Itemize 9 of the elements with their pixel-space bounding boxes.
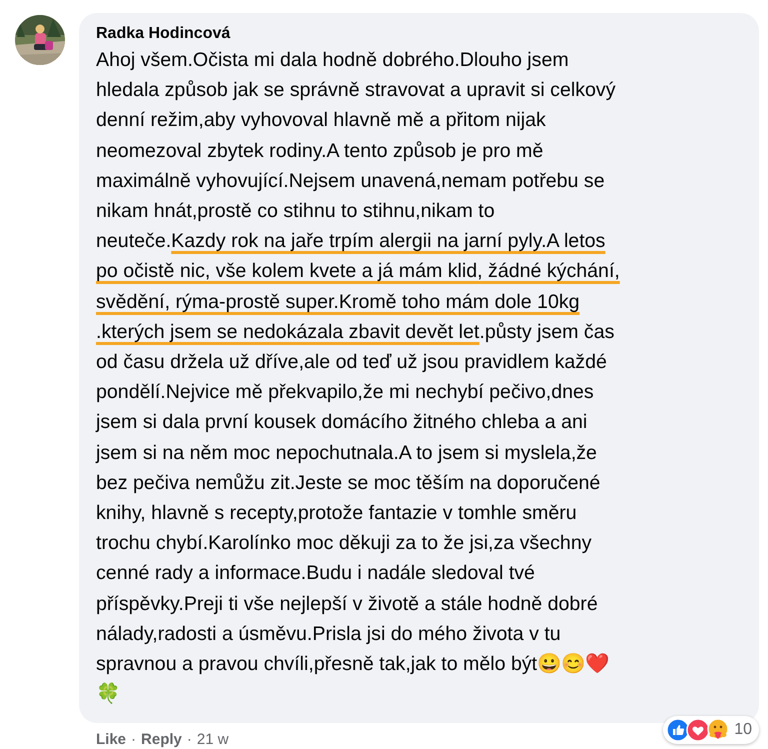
separator-dot: ·: [186, 731, 192, 748]
separator-dot: ·: [131, 731, 136, 748]
timestamp[interactable]: 21 w: [196, 731, 229, 748]
comment-text: Ahoj všem.Očista mi dala hodně dobrého.Dlouho jsem hledala způsob jak se správně stravovat a upravit si celkový denní režim,aby vyhovoval hlavně mě a přitom nijak neomezoval zbytek rodiny.A tento způsob je pro mě maximálně vyhovující.Nejsem unavená,nemam potřebu se nikam hnát,prostě co stihnu to stihnu,nikam to neuteče.Kazdy rok na jaře trpím alergii na jarní pyly.A letos po očistě nic, vše kolem kvete a já mám klid, žádné kýchání, svědění, rýma-prostě super.Kromě toho mám dole 10kg .kterých jsem se nedokázala zbavit devět let.půsty jsem čas od času držela už dříve,ale od teď už jsou pravidlem každé pondělí.Nejvice mě překvapilo,že mi nechybí pečivo,dnes jsem si dala první kousek domácího žitného chleba a ani jsem si na něm moc nepochutnala.A to jsem si myslela,že bez pečiva nemůžu zit.Jeste se moc těším na doporučené knihy, hlavně s recepty,protože fantazie v tomhle směru trochu chybí.Karolínko moc děkuji za to že jsi,za všechny cenné rady a informace.Budu i nadále sledoval tvé příspěvky.Preji ti vše nejlepší v životě a stále hodně dobré nálady,radosti a úsměvu.Prisla jsi do mého života v tu spravnou a pravou chvíli,přesně tak,jak to mělo být😀😊❤ 🍀: [96, 48, 621, 708]
action-link[interactable]: Like: [96, 731, 126, 748]
action-link[interactable]: Reply: [141, 731, 182, 748]
reaction-count: 10: [734, 721, 752, 740]
author-name[interactable]: Radka Hodincová: [96, 25, 741, 43]
reactions-badge[interactable]: 10: [663, 716, 759, 744]
